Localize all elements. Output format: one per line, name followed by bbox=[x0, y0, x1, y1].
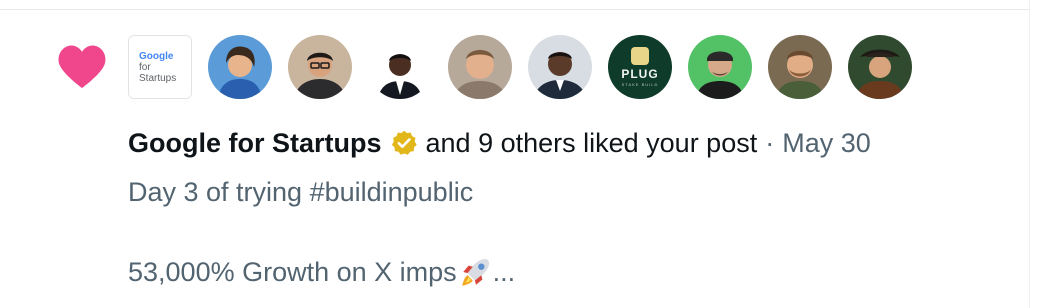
notification-headline: Google for Startups and 9 others liked y… bbox=[128, 125, 871, 161]
avatar-illustration bbox=[208, 35, 272, 99]
avatar-user-4[interactable] bbox=[368, 35, 432, 99]
avatar-photo bbox=[528, 35, 592, 99]
actor-name-link[interactable]: Google for Startups bbox=[128, 125, 382, 161]
action-text: and 9 others liked your post bbox=[425, 128, 758, 158]
rocket-emoji-icon bbox=[461, 258, 489, 286]
avatar-user-9[interactable] bbox=[768, 35, 832, 99]
avatar-plug[interactable]: PLUG STAKE BUILD bbox=[608, 35, 672, 99]
avatar-user-5[interactable] bbox=[448, 35, 512, 99]
top-divider bbox=[0, 9, 1030, 10]
avatar-photo bbox=[368, 35, 432, 99]
avatar-row: Google for Startups PLUG STAKE BUILD bbox=[128, 35, 912, 99]
plug-sublabel: STAKE BUILD bbox=[621, 82, 659, 87]
post-ellipsis: ... bbox=[492, 257, 516, 287]
plug-label: PLUG bbox=[621, 67, 659, 81]
post-text-growth: 53,000% Growth on X imps bbox=[128, 257, 457, 287]
avatar-user-10[interactable] bbox=[848, 35, 912, 99]
avatar-illustration bbox=[848, 35, 912, 99]
heart-icon bbox=[58, 45, 106, 89]
logo-line-startups: Startups bbox=[139, 72, 177, 84]
avatar-user-2[interactable] bbox=[208, 35, 272, 99]
avatar-google-for-startups[interactable]: Google for Startups bbox=[128, 35, 192, 99]
avatar-user-8[interactable] bbox=[688, 35, 752, 99]
avatar-illustration bbox=[768, 35, 832, 99]
plug-logo-icon bbox=[631, 47, 649, 65]
post-text-line-1[interactable]: Day 3 of trying #buildinpublic bbox=[128, 174, 473, 210]
avatar-photo bbox=[448, 35, 512, 99]
verified-badge-icon bbox=[391, 130, 417, 155]
separator-dot: · bbox=[765, 128, 775, 158]
right-edge-divider bbox=[1029, 0, 1040, 308]
logo-line-google: Google bbox=[139, 50, 174, 62]
logo-line-for: for bbox=[139, 61, 151, 73]
avatar-photo bbox=[688, 35, 752, 99]
avatar-user-6[interactable] bbox=[528, 35, 592, 99]
post-text-line-2[interactable]: 53,000% Growth on X imps ... bbox=[128, 254, 515, 290]
avatar-user-3[interactable] bbox=[288, 35, 352, 99]
avatar-photo bbox=[288, 35, 352, 99]
notification-date[interactable]: May 30 bbox=[782, 125, 871, 161]
